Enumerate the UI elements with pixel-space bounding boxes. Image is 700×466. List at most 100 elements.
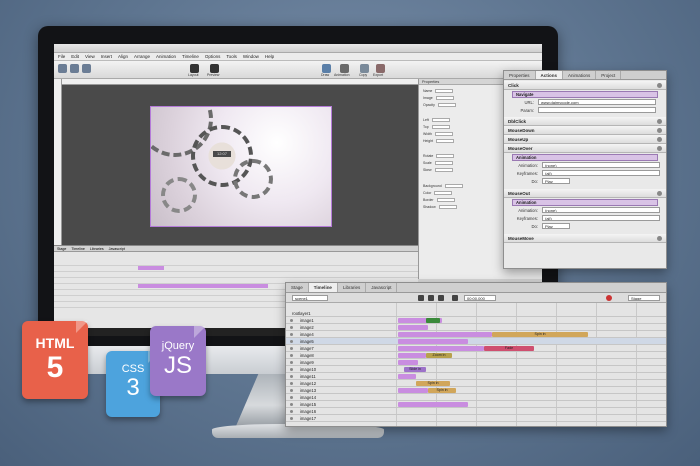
layer-row[interactable]: image1 (286, 317, 666, 324)
section-mouseup[interactable]: MouseUp (504, 135, 666, 144)
first-frame-icon[interactable] (418, 295, 424, 301)
tab-project[interactable]: Project (596, 71, 622, 79)
visibility-icon[interactable] (290, 417, 293, 420)
animation-bar[interactable]: Spin in (416, 381, 450, 386)
keyframe-bar[interactable] (138, 266, 164, 270)
prop-field[interactable] (436, 197, 455, 202)
open-file-icon[interactable] (70, 64, 79, 73)
tab-javascript[interactable]: Javascript (109, 246, 125, 251)
menu-item[interactable]: Help (265, 54, 274, 59)
visibility-icon[interactable] (290, 333, 293, 336)
keyframes2-select[interactable]: (all) (542, 215, 660, 221)
tab-actions[interactable]: Actions (535, 71, 564, 79)
menu-item[interactable]: File (58, 54, 65, 59)
tab-properties[interactable]: Properties (504, 71, 536, 79)
visibility-icon[interactable] (290, 403, 293, 406)
section-mousedown[interactable]: MouseDown (504, 126, 666, 135)
layer-row[interactable]: image16 (286, 408, 666, 415)
tab-stage[interactable]: Stage (57, 246, 66, 251)
section-mousemove[interactable]: MouseMove (504, 234, 666, 243)
prop-field[interactable] (434, 167, 453, 172)
layer-row[interactable]: image12 (286, 380, 666, 387)
navigate-action-header[interactable]: Navigate (512, 91, 658, 98)
visibility-icon[interactable] (290, 319, 293, 322)
animation-bar[interactable]: Zoom in (426, 353, 452, 358)
new-file-icon[interactable] (58, 64, 67, 73)
menu-item[interactable]: Options (205, 54, 221, 59)
last-frame-icon[interactable] (438, 295, 444, 301)
section-mouseover[interactable]: MouseOver (504, 144, 666, 153)
collapse-icon[interactable] (657, 191, 662, 196)
visibility-icon[interactable] (290, 389, 293, 392)
layer-row[interactable]: image15 (286, 401, 666, 408)
layer-row[interactable]: image8 (286, 352, 666, 359)
visibility-icon[interactable] (290, 361, 293, 364)
visibility-icon[interactable] (290, 410, 293, 413)
tab-libraries[interactable]: Libraries (338, 283, 367, 292)
collapse-icon[interactable] (657, 146, 662, 151)
animation-bar[interactable]: Fade (484, 346, 534, 351)
menu-item[interactable]: Arrange (134, 54, 150, 59)
prop-field[interactable] (437, 102, 456, 107)
prop-field[interactable] (431, 117, 450, 122)
export-icon[interactable] (376, 64, 385, 73)
keyframe-bar[interactable] (398, 360, 418, 365)
layer-row[interactable]: image11 (286, 373, 666, 380)
prop-field[interactable] (436, 138, 455, 143)
record-keyframe-icon[interactable] (606, 295, 612, 301)
tab-timeline[interactable]: Timeline (71, 246, 84, 251)
prop-field[interactable] (435, 95, 454, 100)
keyframe-marker[interactable] (426, 318, 440, 323)
animation-bar[interactable]: Spin in (492, 332, 588, 337)
play-icon[interactable] (428, 295, 434, 301)
animation2-action-header[interactable]: Animation (512, 199, 658, 206)
menu-item[interactable]: Align (118, 54, 128, 59)
collapse-icon[interactable] (657, 83, 662, 88)
stage-artboard[interactable]: 12:07 (150, 106, 332, 227)
menu-item[interactable]: Insert (101, 54, 112, 59)
record-icon[interactable] (452, 295, 458, 301)
visibility-icon[interactable] (290, 326, 293, 329)
tab-timeline[interactable]: Timeline (308, 283, 338, 292)
do-select[interactable]: Play (542, 178, 570, 184)
do2-select[interactable]: Play (542, 223, 570, 229)
keyframe-bar[interactable] (398, 346, 484, 351)
tab-javascript[interactable]: Javascript (366, 283, 398, 292)
visibility-icon[interactable] (290, 396, 293, 399)
url-field[interactable]: www.daimvcode.com (538, 99, 656, 105)
layer-row[interactable]: rootlayer1 (286, 310, 666, 317)
keyframe-bar[interactable] (398, 353, 426, 358)
visibility-icon[interactable] (290, 347, 293, 350)
menu-item[interactable]: Window (243, 54, 259, 59)
animation-icon[interactable] (340, 64, 349, 73)
visibility-icon[interactable] (290, 382, 293, 385)
prop-field[interactable] (436, 153, 455, 158)
layer-row[interactable]: image13 (286, 387, 666, 394)
tab-animations[interactable]: Animations (563, 71, 597, 79)
draw-icon[interactable] (322, 64, 331, 73)
prop-field[interactable] (434, 160, 453, 165)
animation2-select[interactable]: (none) (542, 207, 660, 213)
visibility-icon[interactable] (290, 368, 293, 371)
layer-row-selected[interactable]: image5 (286, 338, 666, 345)
menu-item[interactable]: View (85, 54, 95, 59)
add-icon[interactable] (657, 119, 662, 124)
bottom-gear-image[interactable] (161, 177, 197, 213)
add-icon[interactable] (657, 128, 662, 133)
keyframe-bar[interactable] (398, 374, 416, 379)
add-icon[interactable] (657, 137, 662, 142)
keyframe-bar[interactable] (398, 388, 428, 393)
tab-stage[interactable]: Stage (286, 283, 309, 292)
animation-bar[interactable]: Slide in (404, 367, 426, 372)
section-mouseout[interactable]: MouseOut (504, 189, 666, 198)
section-dblclick[interactable]: DblClick (504, 117, 666, 126)
keyframe-bar[interactable] (398, 325, 428, 330)
menu-item[interactable]: Tools (226, 54, 237, 59)
layout-icon[interactable] (190, 64, 199, 73)
keyframe-bar[interactable] (138, 284, 268, 288)
small-gear-image[interactable] (233, 159, 273, 199)
animation-action-header[interactable]: Animation (512, 154, 658, 161)
layer-row[interactable]: image14 (286, 394, 666, 401)
layer-row[interactable]: image17 (286, 415, 666, 422)
prop-field[interactable] (438, 204, 457, 209)
